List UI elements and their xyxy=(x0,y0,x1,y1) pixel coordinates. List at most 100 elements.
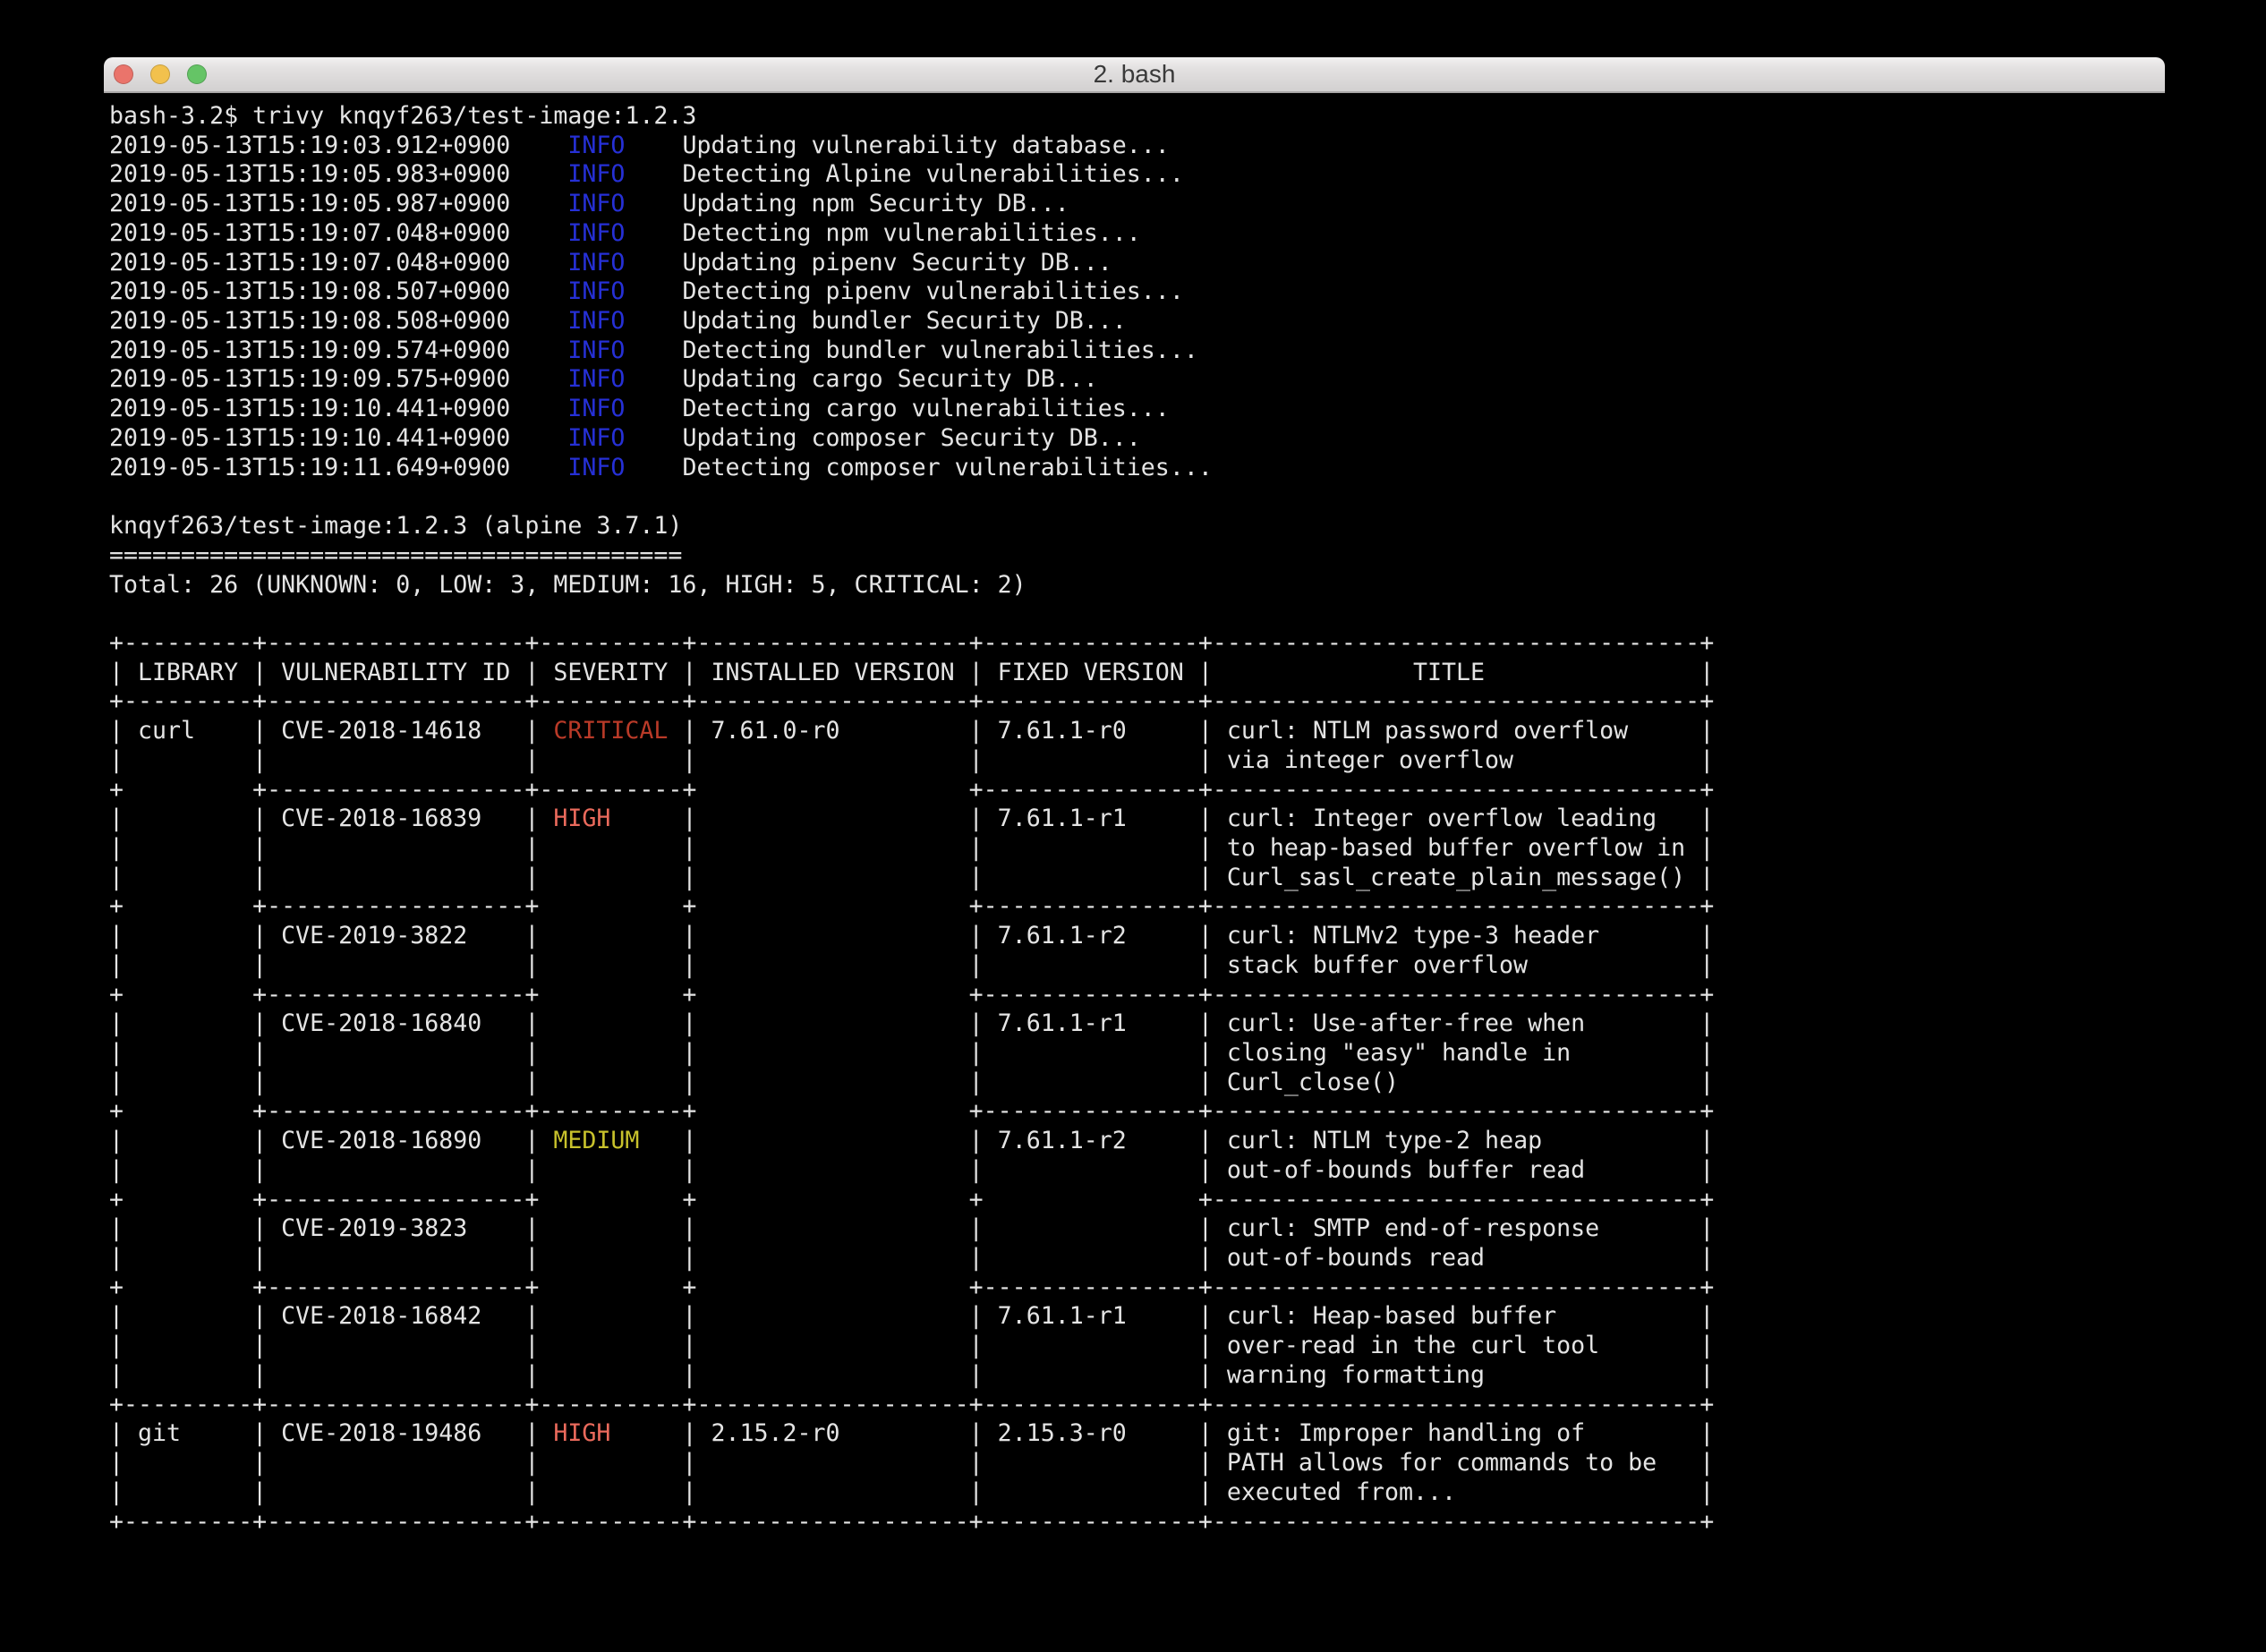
terminal-line: + +------------------+ + +--------------… xyxy=(109,981,2165,1010)
text-segment: +---------+------------------+----------… xyxy=(109,1391,1714,1418)
severity-text: INFO xyxy=(567,424,625,452)
minimize-button[interactable] xyxy=(150,64,170,84)
severity-text: MEDIUM xyxy=(553,1127,639,1154)
terminal-line: | | CVE-2018-16839 | HIGH | | 7.61.1-r1 … xyxy=(109,805,2165,834)
text-segment: | | | | | | out-of-bounds buffer read | xyxy=(109,1156,1714,1184)
terminal-line: | | CVE-2018-16890 | MEDIUM | | 7.61.1-r… xyxy=(109,1127,2165,1156)
terminal-line: + +------------------+----------+ +-----… xyxy=(109,1097,2165,1127)
text-segment: 2019-05-13T15:19:11.649+0900 xyxy=(109,454,567,481)
text-segment: | | | | | | over-read in the curl tool | xyxy=(109,1332,1714,1359)
text-segment: Detecting cargo vulnerabilities... xyxy=(625,395,1169,422)
terminal-line: 2019-05-13T15:19:09.575+0900 INFO Updati… xyxy=(109,365,2165,395)
terminal-output[interactable]: bash-3.2$ trivy knqyf263/test-image:1.2.… xyxy=(104,93,2165,1537)
text-segment: +---------+------------------+----------… xyxy=(109,629,1714,657)
text-segment: Detecting Alpine vulnerabilities... xyxy=(625,160,1183,188)
text-segment: | | | | | | stack buffer overflow | xyxy=(109,951,1714,979)
text-segment: | | | | | | closing "easy" handle in | xyxy=(109,1039,1714,1067)
terminal-line: + +------------------+ + +--------------… xyxy=(109,1273,2165,1303)
text-segment: Detecting composer vulnerabilities... xyxy=(625,454,1212,481)
terminal-line: | | | | | | stack buffer overflow | xyxy=(109,951,2165,981)
severity-text: INFO xyxy=(567,219,625,247)
text-segment: 2019-05-13T15:19:05.983+0900 xyxy=(109,160,567,188)
text-segment: 2019-05-13T15:19:05.987+0900 xyxy=(109,190,567,217)
terminal-line: 2019-05-13T15:19:08.507+0900 INFO Detect… xyxy=(109,277,2165,307)
terminal-line: 2019-05-13T15:19:10.441+0900 INFO Updati… xyxy=(109,424,2165,454)
severity-text: HIGH xyxy=(553,1419,610,1447)
text-segment: Total: 26 (UNKNOWN: 0, LOW: 3, MEDIUM: 1… xyxy=(109,571,1027,599)
terminal-line: 2019-05-13T15:19:03.912+0900 INFO Updati… xyxy=(109,132,2165,161)
text-segment: + +------------------+----------+ +-----… xyxy=(109,776,1714,804)
text-segment: Updating pipenv Security DB... xyxy=(625,249,1112,277)
severity-text: INFO xyxy=(567,132,625,159)
text-segment: | | | | | | executed from... | xyxy=(109,1478,1714,1506)
text-segment: +---------+------------------+----------… xyxy=(109,687,1714,715)
severity-text: INFO xyxy=(567,277,625,305)
text-segment: + +------------------+----------+ +-----… xyxy=(109,1097,1714,1125)
text-segment: | | CVE-2018-16842 | | | 7.61.1-r1 | cur… xyxy=(109,1302,1714,1330)
text-segment: | | | | | | Curl_close() | xyxy=(109,1069,1714,1096)
terminal-line: 2019-05-13T15:19:08.508+0900 INFO Updati… xyxy=(109,307,2165,336)
text-segment: 2019-05-13T15:19:07.048+0900 xyxy=(109,219,567,247)
terminal-line xyxy=(109,482,2165,512)
text-segment: | | CVE-2019-3822 | | | 7.61.1-r2 | curl… xyxy=(109,922,1714,949)
close-button[interactable] xyxy=(114,64,133,84)
terminal-line: knqyf263/test-image:1.2.3 (alpine 3.7.1) xyxy=(109,512,2165,541)
terminal-line: bash-3.2$ trivy knqyf263/test-image:1.2.… xyxy=(109,102,2165,132)
text-segment: ======================================== xyxy=(109,541,682,569)
text-segment: | | | | | | Curl_sasl_create_plain_messa… xyxy=(109,864,1714,891)
text-segment: | 7.61.0-r0 | 7.61.1-r0 | curl: NTLM pas… xyxy=(668,717,1714,745)
text-segment: | | CVE-2018-16890 | xyxy=(109,1127,553,1154)
traffic-light-group xyxy=(114,57,207,91)
terminal-window: 2. bash bash-3.2$ trivy knqyf263/test-im… xyxy=(104,57,2165,1541)
terminal-line: | | | | | | warning formatting | xyxy=(109,1361,2165,1391)
severity-text: INFO xyxy=(567,249,625,277)
terminal-line: 2019-05-13T15:19:10.441+0900 INFO Detect… xyxy=(109,395,2165,424)
severity-text: INFO xyxy=(567,395,625,422)
text-segment: | | CVE-2018-16839 | xyxy=(109,805,553,832)
text-segment: Updating composer Security DB... xyxy=(625,424,1140,452)
terminal-line: | | | | | | PATH allows for commands to … xyxy=(109,1449,2165,1478)
terminal-line xyxy=(109,600,2165,629)
zoom-button[interactable] xyxy=(187,64,207,84)
text-segment: Detecting bundler vulnerabilities... xyxy=(625,336,1197,364)
text-segment: | | | | | | warning formatting | xyxy=(109,1361,1714,1389)
terminal-line: | | | | | | Curl_close() | xyxy=(109,1069,2165,1098)
text-segment: | 2.15.2-r0 | 2.15.3-r0 | git: Improper … xyxy=(610,1419,1714,1447)
text-segment: 2019-05-13T15:19:08.507+0900 xyxy=(109,277,567,305)
terminal-line: | | CVE-2019-3823 | | | | curl: SMTP end… xyxy=(109,1214,2165,1244)
text-segment: 2019-05-13T15:19:10.441+0900 xyxy=(109,395,567,422)
terminal-line: | | | | | | executed from... | xyxy=(109,1478,2165,1508)
terminal-line: | | | | | | out-of-bounds buffer read | xyxy=(109,1156,2165,1186)
terminal-line: + +------------------+ + +--------------… xyxy=(109,892,2165,922)
text-segment: | | | | | | to heap-based buffer overflo… xyxy=(109,834,1714,862)
text-segment: 2019-05-13T15:19:10.441+0900 xyxy=(109,424,567,452)
terminal-line: | | | | | | Curl_sasl_create_plain_messa… xyxy=(109,864,2165,893)
severity-text: HIGH xyxy=(553,805,610,832)
text-segment: 2019-05-13T15:19:03.912+0900 xyxy=(109,132,567,159)
terminal-line: 2019-05-13T15:19:11.649+0900 INFO Detect… xyxy=(109,454,2165,483)
text-segment: + +------------------+ + + +------------… xyxy=(109,1186,1714,1213)
text-segment: | | 7.61.1-r2 | curl: NTLM type-2 heap | xyxy=(639,1127,1714,1154)
severity-text: INFO xyxy=(567,160,625,188)
terminal-line: +---------+------------------+----------… xyxy=(109,629,2165,659)
terminal-line: 2019-05-13T15:19:09.574+0900 INFO Detect… xyxy=(109,336,2165,366)
window-title-bar[interactable]: 2. bash xyxy=(104,57,2165,93)
terminal-line: ======================================== xyxy=(109,541,2165,571)
terminal-line: | | | | | | closing "easy" handle in | xyxy=(109,1039,2165,1069)
terminal-line: 2019-05-13T15:19:07.048+0900 INFO Detect… xyxy=(109,219,2165,249)
text-segment: | | | | | | out-of-bounds read | xyxy=(109,1244,1714,1272)
severity-text: INFO xyxy=(567,454,625,481)
terminal-line: | | | | | | over-read in the curl tool | xyxy=(109,1332,2165,1361)
text-segment: Updating bundler Security DB... xyxy=(625,307,1126,335)
severity-text: INFO xyxy=(567,307,625,335)
text-segment: Updating cargo Security DB... xyxy=(625,365,1097,393)
window-title: 2. bash xyxy=(104,60,2165,89)
text-segment: knqyf263/test-image:1.2.3 (alpine 3.7.1) xyxy=(109,512,682,540)
severity-text: CRITICAL xyxy=(553,717,668,745)
text-segment: 2019-05-13T15:19:07.048+0900 xyxy=(109,249,567,277)
text-segment: | | CVE-2018-16840 | | | 7.61.1-r1 | cur… xyxy=(109,1009,1714,1037)
text-segment: | LIBRARY | VULNERABILITY ID | SEVERITY … xyxy=(109,659,1714,686)
terminal-line: Total: 26 (UNKNOWN: 0, LOW: 3, MEDIUM: 1… xyxy=(109,571,2165,600)
text-segment: | | | | | | PATH allows for commands to … xyxy=(109,1449,1714,1477)
terminal-line: +---------+------------------+----------… xyxy=(109,687,2165,717)
